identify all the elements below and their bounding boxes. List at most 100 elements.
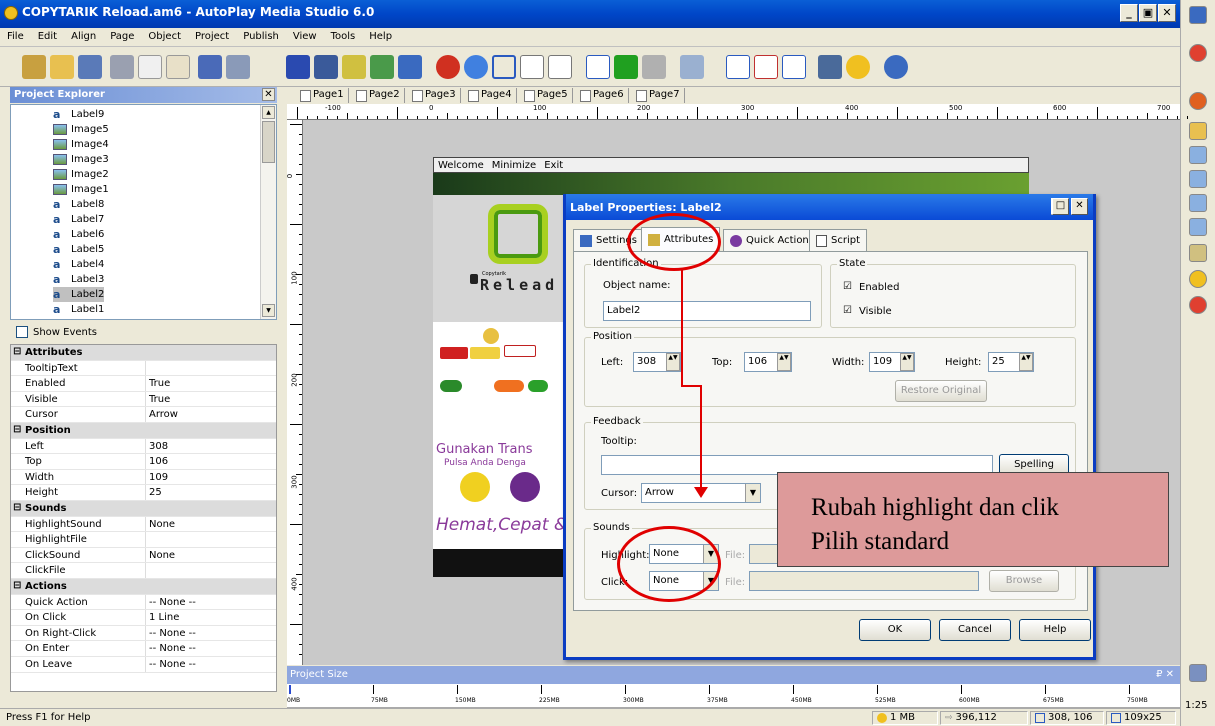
tree-item-image5[interactable]: Image5 [53,122,109,137]
undo-icon[interactable] [198,55,222,79]
web-object-icon[interactable] [464,55,488,79]
property-row[interactable]: HighlightFile [11,532,276,548]
enabled-checkbox[interactable]: ☑ [843,281,852,292]
property-row[interactable]: ClickSound None [11,547,276,564]
tree-item-label6[interactable]: a Label6 [53,227,104,242]
property-section-actions[interactable]: ⊟ Actions [11,579,276,595]
menu-tools[interactable]: Tools [324,28,363,45]
tab-script[interactable]: Script [809,229,868,251]
close-icon[interactable]: ✕ [262,88,275,101]
listbox-object-icon[interactable] [548,55,572,79]
object-name-input[interactable]: Label2 [603,301,811,321]
menu-publish[interactable]: Publish [236,28,286,45]
restore-original-button[interactable]: Restore Original [895,380,987,402]
tree-object-icon[interactable] [642,55,666,79]
redo-icon[interactable] [226,55,250,79]
browser-icon[interactable] [1189,44,1207,62]
combobox-object-icon[interactable] [586,55,610,79]
property-value[interactable]: None [149,550,175,561]
visible-checkbox[interactable]: ☑ [843,305,852,316]
tree-item-label8[interactable]: a Label8 [53,197,104,212]
width-spinner[interactable]: ▲▼ [900,353,914,371]
edit-icon[interactable] [1189,244,1207,262]
publish-cd-icon[interactable] [846,55,870,79]
menu-align[interactable]: Align [64,28,103,45]
property-row[interactable]: Quick Action -- None -- [11,594,276,611]
menu-page[interactable]: Page [103,28,141,45]
property-row[interactable]: Visible True [11,391,276,408]
save-icon[interactable] [78,55,102,79]
chevron-down-icon[interactable]: ▼ [745,484,760,502]
tree-item-image3[interactable]: Image3 [53,152,109,167]
left-input[interactable]: 308 ▲▼ [633,352,681,372]
window-icon-3[interactable] [1189,194,1207,212]
tree-item-label3[interactable]: a Label3 [53,272,104,287]
tree-item-image4[interactable]: Image4 [53,137,109,152]
property-value[interactable]: True [149,394,170,405]
button-object-icon[interactable] [286,55,310,79]
menu-help[interactable]: Help [362,28,399,45]
property-row[interactable]: Width 109 [11,469,276,486]
page-menu-minimize[interactable]: Minimize [492,160,536,171]
property-row[interactable]: On Click 1 Line [11,610,276,626]
menu-project[interactable]: Project [188,28,236,45]
tree-item-label2[interactable]: a Label2 [53,287,105,302]
page-tab-5[interactable]: Page5 [521,88,573,103]
close-button[interactable]: ✕ [1158,4,1176,22]
page-menu-welcome[interactable]: Welcome [438,160,484,171]
property-section-attributes[interactable]: ⊟ Attributes [11,345,276,361]
delete-page-icon[interactable] [754,55,778,79]
network-icon[interactable] [1189,664,1207,682]
property-section-position[interactable]: ⊟ Position [11,423,276,439]
browse-button[interactable]: Browse [989,570,1059,592]
build-icon[interactable] [818,55,842,79]
open-folder-icon[interactable] [50,55,74,79]
collapse-icon[interactable]: ⊟ [13,580,21,591]
reload-logo-icon[interactable] [488,204,548,264]
page-properties-icon[interactable] [782,55,806,79]
property-value[interactable]: None [149,519,175,530]
height-input[interactable]: 25 ▲▼ [988,352,1034,372]
pin-close-icon[interactable]: ₽ ✕ [1156,669,1174,680]
label-object-icon[interactable] [314,55,338,79]
scroll-down-icon[interactable]: ▼ [262,304,275,317]
property-section-sounds[interactable]: ⊟ Sounds [11,501,276,517]
menu-file[interactable]: File [0,28,31,45]
wand-icon[interactable] [22,55,46,79]
paragraph-object-icon[interactable] [342,55,366,79]
page-menu-exit[interactable]: Exit [544,160,563,171]
property-value[interactable]: 308 [149,441,168,452]
collapse-icon[interactable]: ⊟ [13,502,21,513]
page-tab-1[interactable]: Page1 [297,88,349,103]
image-object-icon[interactable] [370,55,394,79]
window-icon-2[interactable] [1189,170,1207,188]
chrome-icon[interactable] [1189,296,1207,314]
paste-icon[interactable] [166,55,190,79]
property-row[interactable]: On Leave -- None -- [11,657,276,673]
property-value[interactable]: Arrow [149,409,178,420]
window-icon-4[interactable] [1189,218,1207,236]
top-input[interactable]: 106 ▲▼ [744,352,792,372]
property-row[interactable]: ClickFile [11,563,276,579]
show-events-row[interactable]: Show Events [10,322,277,342]
folder-icon[interactable] [1189,122,1207,140]
tree-item-label9[interactable]: a Label9 [53,107,104,122]
tab-quick-action[interactable]: Quick Action [723,229,816,251]
autoplay-icon[interactable] [1189,270,1207,288]
video-object-icon[interactable] [436,55,460,79]
left-spinner[interactable]: ▲▼ [666,353,680,371]
page-tab-2[interactable]: Page2 [353,88,405,103]
ok-button[interactable]: OK [859,619,931,641]
progress-object-icon[interactable] [614,55,638,79]
minimize-button[interactable]: _ [1120,4,1138,22]
property-row[interactable]: TooltipText [11,360,276,377]
menu-edit[interactable]: Edit [31,28,64,45]
property-row[interactable]: HighlightSound None [11,516,276,533]
app-icon-1[interactable] [1189,6,1207,24]
page-menu-bar[interactable]: Welcome Minimize Exit [433,157,1029,173]
page-tab-6[interactable]: Page6 [577,88,629,103]
collapse-icon[interactable]: ⊟ [13,424,21,435]
property-row[interactable]: On Enter -- None -- [11,641,276,657]
tree-item-image1[interactable]: Image1 [53,182,109,197]
scroll-thumb[interactable] [262,121,275,163]
